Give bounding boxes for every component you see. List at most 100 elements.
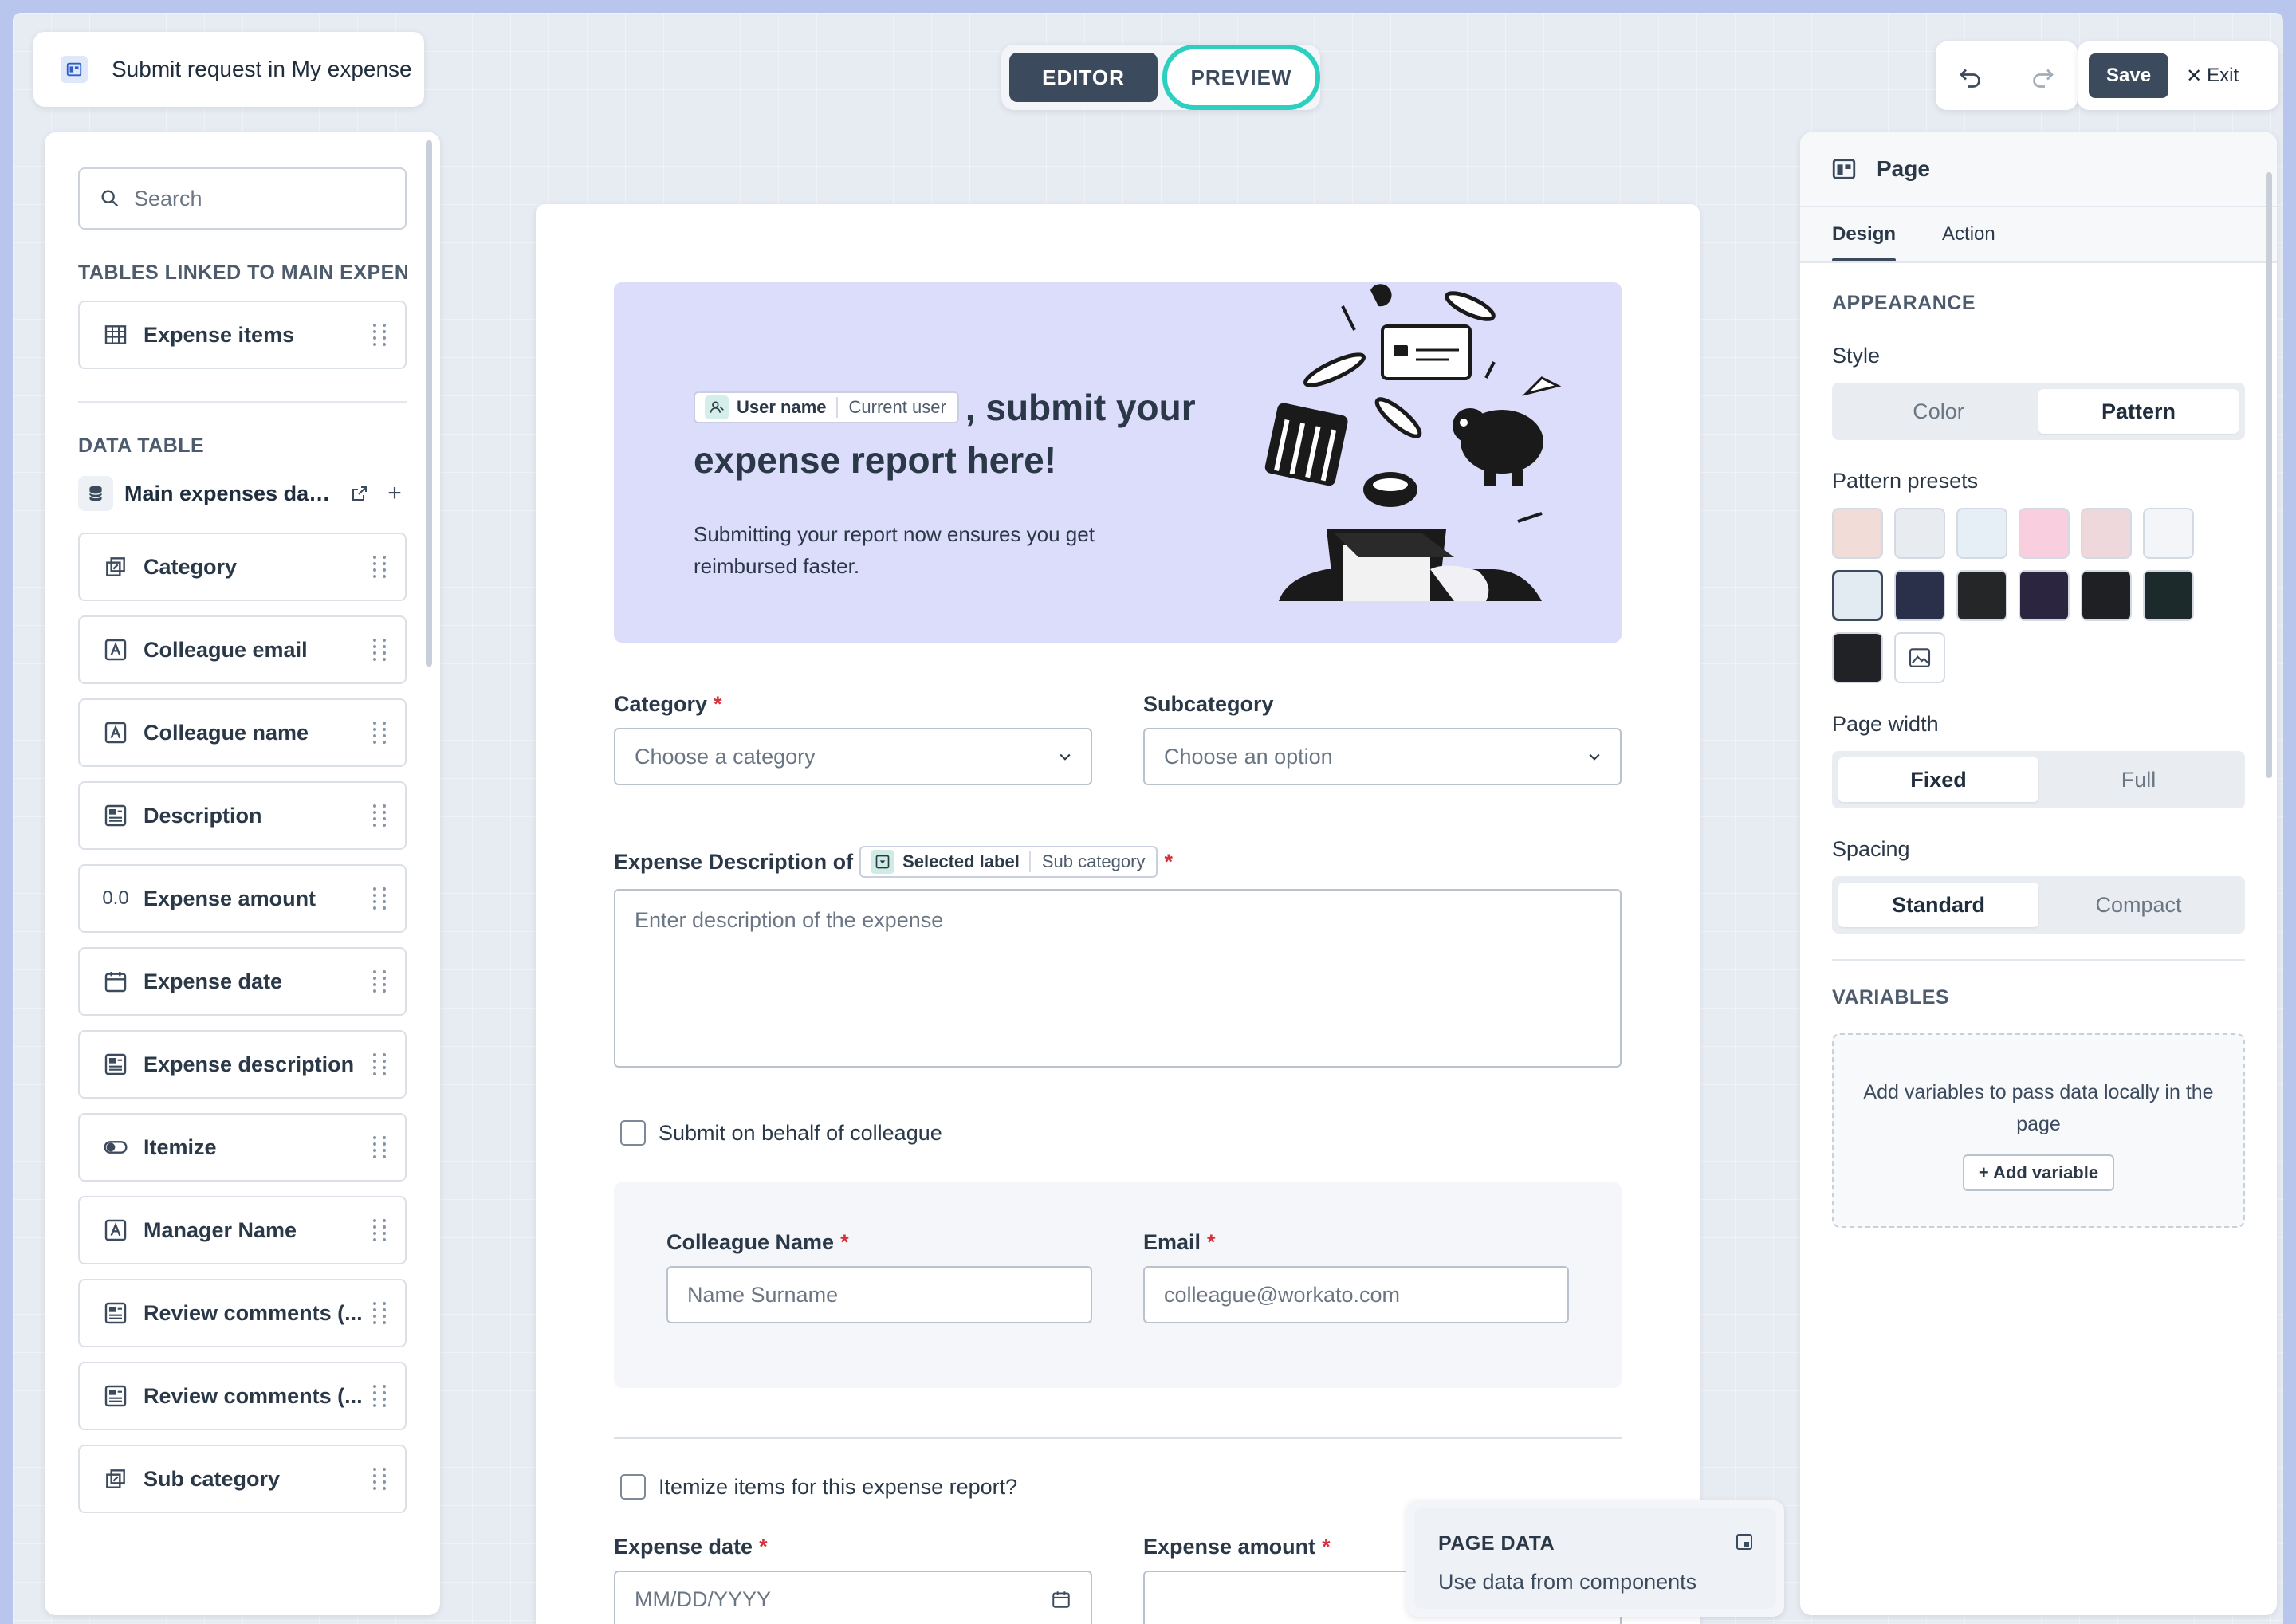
editor-mode-button[interactable]: EDITOR (1009, 53, 1158, 102)
save-button[interactable]: Save (2089, 53, 2169, 98)
long-text-icon (102, 1300, 129, 1327)
properties-title: Page (1877, 156, 1930, 181)
drag-handle-icon[interactable] (373, 1213, 387, 1248)
colleague-name-label: Colleague Name (666, 1230, 835, 1254)
pattern-presets (1832, 508, 2245, 683)
behalf-checkbox[interactable] (620, 1120, 646, 1146)
field-item[interactable]: Itemize (78, 1113, 407, 1182)
properties-scrollbar[interactable] (2266, 172, 2272, 778)
calendar-icon[interactable] (1051, 1589, 1071, 1610)
add-variable-button[interactable]: + Add variable (1962, 1154, 2115, 1191)
width-option-full[interactable]: Full (2038, 757, 2239, 802)
sidebar-scrollbar[interactable] (426, 140, 432, 667)
undo-button[interactable] (1936, 52, 2007, 100)
preset-navy-arc-pattern[interactable] (1894, 570, 1945, 621)
colleague-name-field: Colleague Name * Name Surname (666, 1230, 1092, 1323)
drag-handle-icon[interactable] (373, 1461, 387, 1496)
drag-handle-icon[interactable] (373, 715, 387, 750)
field-item[interactable]: Colleague name (78, 698, 407, 767)
itemize-checkbox-row[interactable]: Itemize items for this expense report? (614, 1474, 1622, 1500)
style-option-pattern[interactable]: Pattern (2038, 389, 2239, 434)
field-item[interactable]: 0.0 Expense amount (78, 864, 407, 933)
preset-purple-pattern[interactable] (2019, 570, 2070, 621)
redo-button[interactable] (2007, 52, 2078, 100)
colleague-email-input[interactable]: colleague@workato.com (1143, 1266, 1569, 1323)
preset-dark-grid-pattern[interactable] (2081, 570, 2132, 621)
user-name-chip[interactable]: User name Current user (694, 391, 959, 423)
open-external-icon[interactable] (348, 482, 372, 505)
description-textarea[interactable]: Enter description of the expense (614, 889, 1622, 1068)
preset-teal-dark-pattern[interactable] (2143, 570, 2194, 621)
preset-grid-pattern[interactable] (1894, 508, 1945, 559)
drag-handle-icon[interactable] (373, 1047, 387, 1082)
form-divider (614, 1437, 1622, 1439)
drag-handle-icon[interactable] (373, 881, 387, 916)
drag-handle-icon[interactable] (373, 964, 387, 999)
close-icon: ✕ (2186, 65, 2203, 87)
preset-pale-blue-pattern[interactable] (1832, 570, 1883, 621)
category-label: Category (614, 692, 708, 716)
tab-design[interactable]: Design (1832, 207, 1897, 261)
width-option-fixed[interactable]: Fixed (1838, 757, 2038, 802)
itemize-checkbox[interactable] (620, 1474, 646, 1500)
expense-date-input[interactable]: MM/DD/YYYY (614, 1571, 1092, 1624)
page-title: Submit request in My expense (112, 57, 412, 81)
selected-label-chip[interactable]: Selected label Sub category (859, 846, 1158, 878)
add-field-icon[interactable]: + (383, 480, 407, 506)
spacing-option-standard[interactable]: Standard (1838, 883, 2038, 927)
drag-handle-icon[interactable] (373, 798, 387, 833)
field-label: Review comments (... (144, 1300, 363, 1325)
field-item[interactable]: Category (78, 533, 407, 601)
field-item[interactable]: Description (78, 781, 407, 850)
style-option-color[interactable]: Color (1838, 389, 2038, 434)
preview-mode-button[interactable]: PREVIEW (1162, 45, 1320, 110)
drag-handle-icon[interactable] (373, 1296, 387, 1331)
field-item[interactable]: Review comments (... (78, 1279, 407, 1347)
spacing-option-compact[interactable]: Compact (2038, 883, 2239, 927)
preset-light-arrow-pattern[interactable] (2143, 508, 2194, 559)
field-item[interactable]: Expense description (78, 1030, 407, 1099)
drag-handle-icon[interactable] (373, 317, 387, 352)
sidebar-divider (78, 401, 407, 403)
preset-blush-pattern[interactable] (1832, 508, 1883, 559)
preset-dots-pattern[interactable] (1956, 508, 2007, 559)
undo-icon (1960, 69, 1981, 88)
field-item[interactable]: Manager Name (78, 1196, 407, 1264)
field-item[interactable]: Colleague email (78, 615, 407, 684)
drag-handle-icon[interactable] (373, 1130, 387, 1165)
preset-rose-pattern[interactable] (2081, 508, 2132, 559)
drag-handle-icon[interactable] (373, 549, 387, 584)
category-select[interactable]: Choose a category (614, 728, 1092, 785)
properties-tabs: Design Action (1800, 207, 2277, 263)
linked-table-label: Expense items (144, 322, 295, 347)
subcategory-select[interactable]: Choose an option (1143, 728, 1622, 785)
dropdown-icon (871, 850, 895, 874)
colleague-name-input[interactable]: Name Surname (666, 1266, 1092, 1323)
colleague-name-placeholder: Name Surname (687, 1282, 839, 1307)
colleague-email-field: Email * colleague@workato.com (1143, 1230, 1569, 1323)
preset-black-pattern[interactable] (1956, 570, 2007, 621)
expense-illustration (1264, 284, 1562, 601)
field-item[interactable]: Sub category (78, 1445, 407, 1513)
field-item[interactable]: Review comments (... (78, 1362, 407, 1430)
spacing-label: Spacing (1832, 837, 1910, 861)
behalf-checkbox-row[interactable]: Submit on behalf of colleague (614, 1120, 1622, 1146)
lookup-icon (102, 1465, 129, 1492)
appearance-title: APPEARANCE (1832, 292, 1976, 314)
page-data-panel[interactable]: PAGE DATA Use data from components (1406, 1500, 1784, 1617)
linked-tables-title: TABLES LINKED TO MAIN EXPEN... (78, 261, 407, 284)
drag-handle-icon[interactable] (373, 632, 387, 667)
preset-dark-arrow-pattern[interactable] (1832, 632, 1883, 683)
required-marker: * (840, 1230, 849, 1254)
search-input[interactable]: Search (78, 167, 407, 230)
drag-handle-icon[interactable] (373, 1378, 387, 1414)
expand-panel-icon[interactable] (1735, 1532, 1754, 1551)
field-item[interactable]: Expense date (78, 947, 407, 1016)
preset-image-upload[interactable] (1894, 632, 1945, 683)
tab-action[interactable]: Action (1942, 207, 1995, 261)
linked-table-expense-items[interactable]: Expense items (78, 301, 407, 369)
chevron-down-icon (1589, 753, 1600, 761)
expense-date-field: Expense date * MM/DD/YYYY (614, 1535, 1092, 1624)
exit-button[interactable]: ✕ Exit (2186, 65, 2239, 88)
preset-pink-pattern[interactable] (2019, 508, 2070, 559)
